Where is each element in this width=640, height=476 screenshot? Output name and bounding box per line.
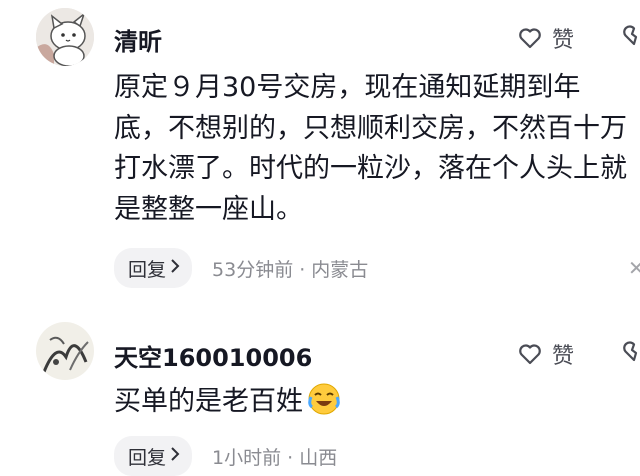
chevron-right-icon [170, 257, 180, 279]
heart-icon [519, 344, 541, 365]
cat-avatar-icon [36, 8, 94, 66]
broken-heart-icon [623, 341, 638, 362]
comment-line: 是整整一座山。 [114, 193, 303, 225]
like-label: 赞 [552, 28, 575, 53]
heart-icon [519, 28, 541, 49]
comment-text: 买单的是老百姓 [114, 382, 341, 423]
close-icon[interactable]: ✕ [628, 256, 640, 280]
comment-line: 原定９月30号交房，现在通知延期到年 [114, 72, 581, 103]
comment-item: 清昕 赞 原定９月30号交房，现在通知延期到年 底，不想别的，只想顺利交房，不然… [0, 0, 640, 300]
comment-meta: 回复 53分钟前 · 内蒙古 [114, 248, 368, 288]
like-label: 赞 [552, 344, 575, 369]
comment-line: 打水漂了。时代的一粒沙，落在个人头上就 [114, 153, 627, 184]
ink-painting-avatar-icon [36, 322, 94, 380]
reply-label: 回复 [128, 258, 167, 281]
reply-button[interactable]: 回复 [114, 248, 193, 288]
comment-item: 天空160010006 赞 买单的是老百姓 回复 1小时前 · 山西 [0, 316, 640, 476]
comment-line: 底，不想别的，只想顺利交房，不然百十万 [114, 112, 627, 144]
avatar[interactable] [36, 8, 94, 66]
chevron-right-icon [170, 445, 180, 467]
reply-button[interactable]: 回复 [114, 436, 193, 476]
dislike-button[interactable] [622, 24, 640, 50]
like-button[interactable]: 赞 [518, 22, 574, 54]
comment-line: 买单的是老百姓 [114, 386, 303, 417]
comment-meta: 回复 1小时前 · 山西 [114, 436, 337, 476]
like-button[interactable]: 赞 [518, 338, 574, 370]
timestamp-location: 53分钟前 · 内蒙古 [212, 258, 369, 281]
dislike-button[interactable] [622, 340, 640, 366]
reply-label: 回复 [128, 446, 167, 469]
avatar[interactable] [36, 322, 94, 380]
username[interactable]: 天空160010006 [114, 338, 312, 373]
crying-laughing-emoji-icon [308, 383, 340, 415]
comment-text: 原定９月30号交房，现在通知延期到年 底，不想别的，只想顺利交房，不然百十万 打… [114, 68, 627, 230]
broken-heart-icon [623, 25, 638, 46]
timestamp-location: 1小时前 · 山西 [212, 446, 338, 469]
username[interactable]: 清昕 [114, 22, 162, 57]
